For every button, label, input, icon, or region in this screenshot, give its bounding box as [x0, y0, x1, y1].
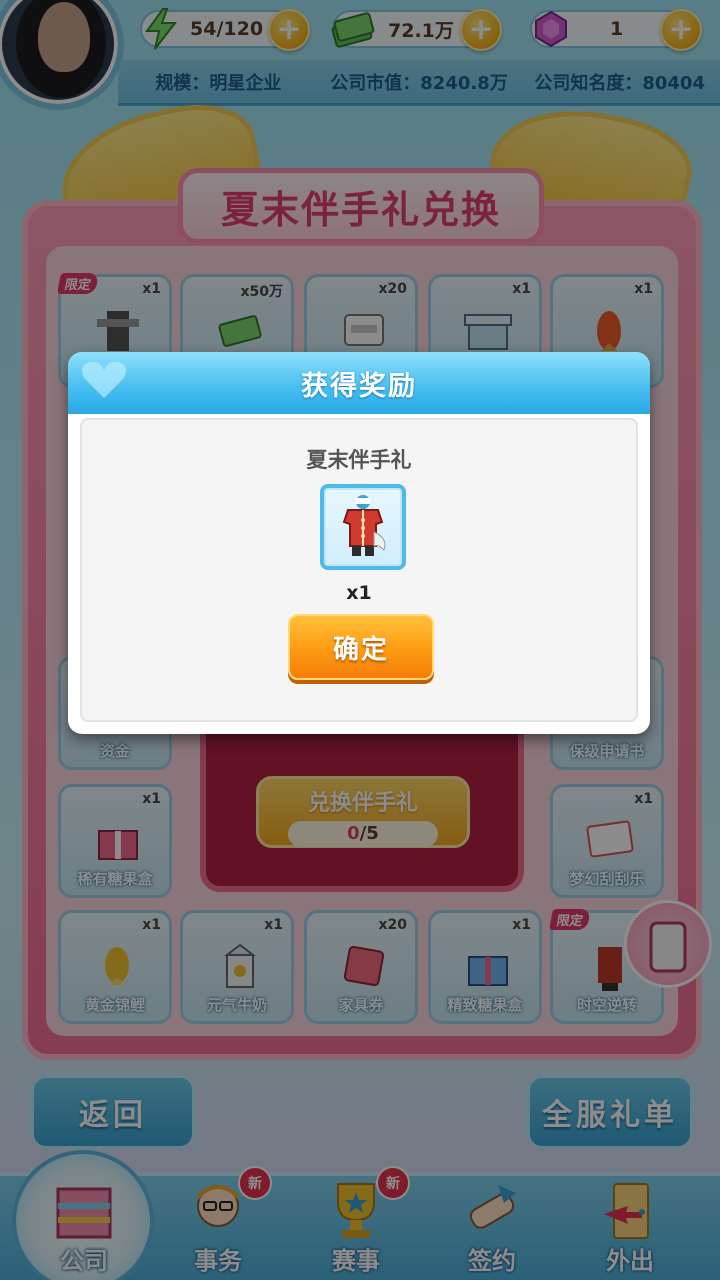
reward-dialog-header: 获得奖励 [68, 352, 650, 414]
reward-dialog: 获得奖励 夏末伴手礼 x1 确定 [68, 352, 650, 734]
heart-icon [78, 358, 130, 406]
confirm-button-label: 确定 [332, 634, 389, 665]
confirm-button[interactable]: 确定 [288, 614, 434, 680]
reward-dialog-title: 获得奖励 [301, 370, 417, 402]
reward-dialog-body: 夏末伴手礼 x1 确定 [80, 418, 638, 722]
red-outfit-icon [330, 492, 396, 562]
reward-item-name: 夏末伴手礼 [306, 448, 412, 472]
reward-item-count: x1 [346, 582, 372, 604]
reward-item-slot [320, 484, 406, 570]
